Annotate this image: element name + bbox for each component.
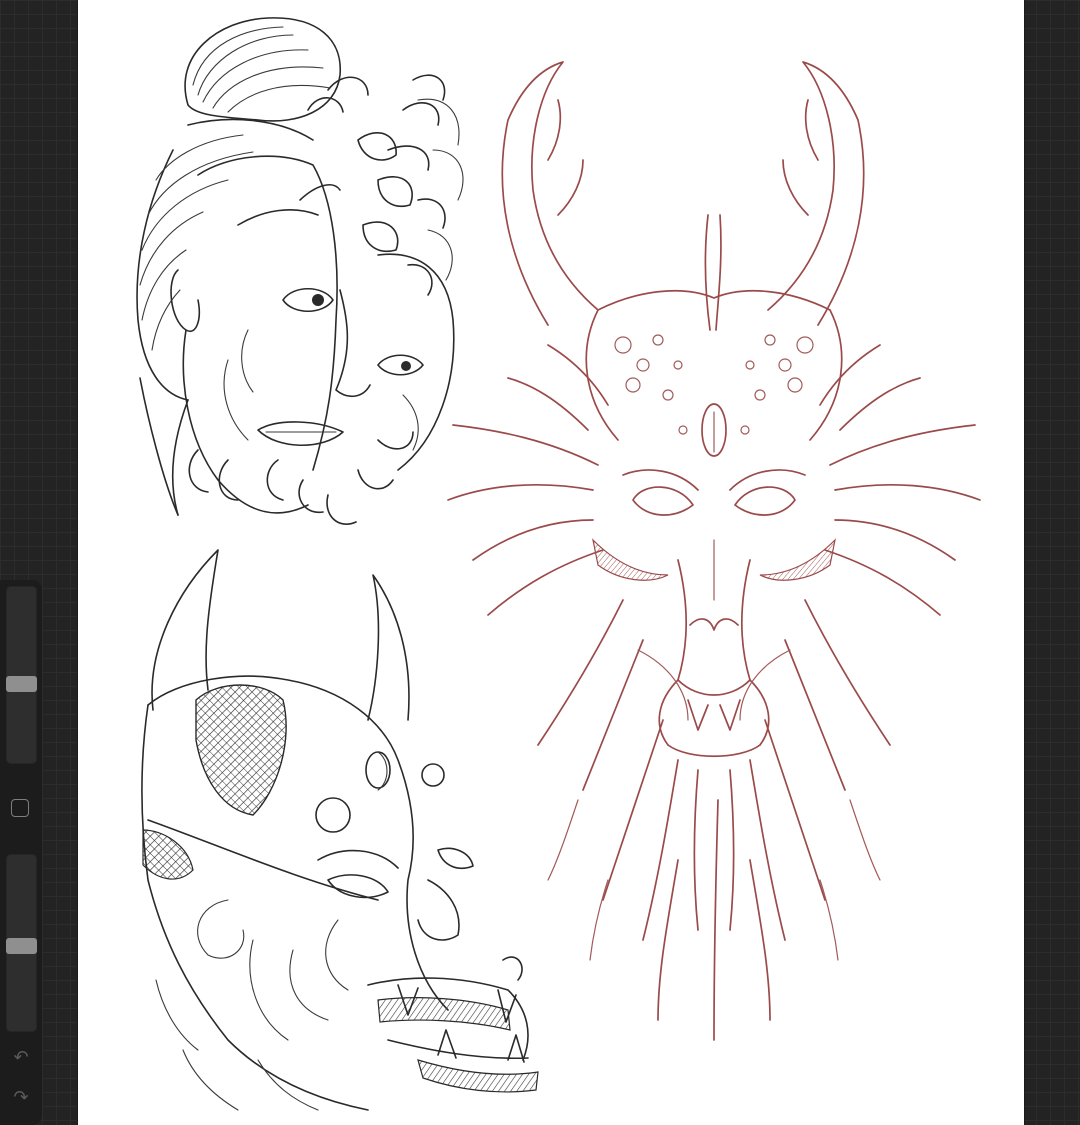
canvas-artwork	[136, 17, 981, 1111]
dragon-face-drawing	[447, 61, 981, 1041]
undo-arrow-icon[interactable]: ↶	[8, 1046, 34, 1070]
tool-sidebar: ↶ ↷	[0, 580, 42, 1125]
drawing-canvas[interactable]	[78, 0, 1024, 1125]
redo-arrow-icon[interactable]: ↷	[8, 1086, 34, 1110]
kabuki-mask-drawing	[136, 17, 464, 525]
brush-size-slider-thumb[interactable]	[6, 676, 37, 692]
brush-size-slider[interactable]	[6, 586, 37, 764]
opacity-slider-thumb[interactable]	[6, 938, 37, 954]
app-workspace: ↶ ↷	[0, 0, 1080, 1125]
opacity-slider[interactable]	[6, 854, 37, 1032]
modify-square-icon[interactable]	[11, 799, 29, 817]
hannya-mask-drawing	[141, 549, 539, 1111]
